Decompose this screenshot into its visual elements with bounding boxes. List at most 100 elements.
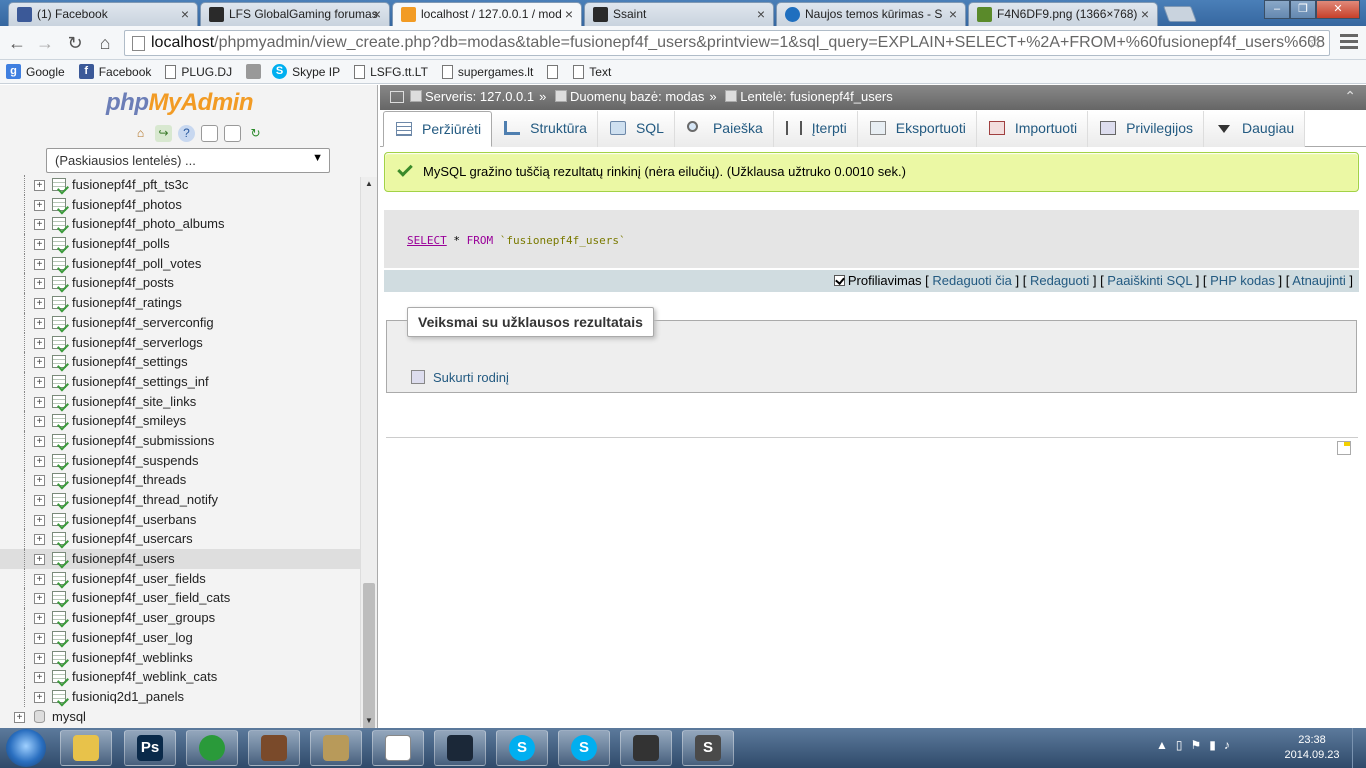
profiling-checkbox[interactable] [833,275,845,286]
tree-table-item[interactable]: + fusioniq2d1_panels [0,686,360,707]
table-icon[interactable] [52,473,66,487]
tree-table-item[interactable]: + fusionepf4f_serverconfig [0,312,360,333]
table-icon[interactable] [52,276,66,290]
tab-more[interactable]: Daugiau [1204,111,1306,147]
tray-flag-icon[interactable]: ⚑ [1191,738,1202,752]
tree-table-item[interactable]: + fusionepf4f_weblink_cats [0,667,360,687]
expand-icon[interactable]: + [34,534,45,546]
table-icon[interactable] [52,197,66,211]
expand-icon[interactable]: + [34,573,45,585]
php-code-link[interactable]: PHP kodas [1210,273,1275,288]
expand-icon[interactable]: + [34,593,45,605]
browser-tab-lfs[interactable]: LFS GlobalGaming forumas × [200,2,390,26]
table-icon[interactable] [52,591,66,605]
tree-table-item[interactable]: + fusionepf4f_weblinks [0,647,360,668]
expand-icon[interactable]: + [34,514,45,526]
breadcrumb-database[interactable]: Duomenų bazė: modas [570,89,704,104]
tree-table-item[interactable]: + fusionepf4f_settings [0,352,360,372]
home-icon[interactable]: ⌂ [94,32,116,54]
logout-icon[interactable]: ↪ [155,125,172,142]
expand-icon[interactable]: + [34,652,45,664]
bookmark-plugdj[interactable]: PLUG.DJ [165,64,232,79]
browser-tab-localhost[interactable]: localhost / 127.0.0.1 / mod × [392,2,582,27]
tab-search[interactable]: Paieška [674,111,774,147]
taskbar-chrome[interactable] [186,730,238,766]
browser-tab-facebook[interactable]: (1) Facebook × [8,2,198,26]
expand-icon[interactable]: + [34,357,45,369]
tab-structure[interactable]: Struktūra [492,111,598,147]
table-icon[interactable] [52,433,66,447]
table-icon[interactable] [52,552,66,566]
scroll-up-icon[interactable]: ▲ [365,179,373,188]
taskbar-game-map[interactable] [310,730,362,766]
tree-table-item[interactable]: + fusionepf4f_thread_notify [0,490,360,510]
tree-table-item[interactable]: + fusionepf4f_poll_votes [0,253,360,274]
expand-icon[interactable]: + [34,199,45,211]
table-icon[interactable] [52,630,66,644]
bookmark-supergames[interactable]: supergames.lt [441,64,533,79]
table-icon[interactable] [52,650,66,664]
tree-table-item[interactable]: + fusionepf4f_user_groups [0,608,360,628]
tree-table-item[interactable]: + fusionepf4f_posts [0,273,360,294]
table-icon[interactable] [52,237,66,251]
tree-table-item[interactable]: + fusionepf4f_user_log [0,627,360,648]
console-icon[interactable] [1337,441,1351,455]
tree-table-item[interactable]: + fusionepf4f_user_field_cats [0,588,360,609]
bookmark-blank[interactable] [547,64,563,79]
table-icon[interactable] [52,670,66,684]
tab-browse[interactable]: Peržiūrėti [383,111,493,147]
navigation-scrollbar[interactable]: ▲ ▼ [360,177,377,728]
tree-table-item[interactable]: + fusionepf4f_submissions [0,430,360,451]
reload-icon[interactable]: ↻ [64,32,86,54]
clock[interactable]: 23:38 2014.09.23 [1284,733,1340,763]
browser-tab-image[interactable]: F4N6DF9.png (1366×768) × [968,2,1158,26]
tab-import[interactable]: Importuoti [976,111,1089,147]
tree-table-item[interactable]: + fusionepf4f_userbans [0,509,360,530]
restore-icon[interactable]: ❐ [1290,0,1316,19]
create-view-link[interactable]: Sukurti rodinį [411,370,509,385]
expand-icon[interactable]: + [34,455,45,467]
table-icon[interactable] [52,374,66,388]
expand-icon[interactable]: + [34,475,45,487]
close-tab-icon[interactable]: × [565,6,573,22]
refresh-link[interactable]: Atnaujinti [1292,273,1345,288]
close-window-icon[interactable]: ✕ [1316,0,1360,19]
chrome-menu-icon[interactable] [1340,34,1358,50]
explain-sql-link[interactable]: Paaiškinti SQL [1107,273,1192,288]
tray-device-icon[interactable]: ▯ [1176,738,1183,752]
tree-table-item[interactable]: + fusionepf4f_settings_inf [0,371,360,392]
expand-icon[interactable]: + [34,298,45,310]
table-icon[interactable] [52,394,66,408]
table-icon[interactable] [52,217,66,231]
table-icon[interactable] [52,178,66,191]
tree-table-item[interactable]: + fusionepf4f_photo_albums [0,214,360,235]
taskbar-game-avatar[interactable] [248,730,300,766]
tree-table-item[interactable]: + fusionepf4f_serverlogs [0,332,360,353]
expand-icon[interactable]: + [34,278,45,290]
expand-icon[interactable]: + [34,180,45,191]
expand-icon[interactable]: + [34,672,45,684]
expand-icon[interactable]: + [34,376,45,388]
show-desktop-button[interactable] [1352,728,1366,768]
taskbar-steam[interactable] [434,730,486,766]
expand-icon[interactable]: + [34,416,45,428]
table-icon[interactable] [52,296,66,310]
edit-link[interactable]: Redaguoti [1030,273,1089,288]
sql-keyword-select[interactable]: SELECT [407,234,447,247]
volume-icon[interactable]: ♪ [1224,738,1230,752]
taskbar-skype-1[interactable]: S [496,730,548,766]
bookmark-skype-ip[interactable]: S Skype IP [272,64,340,79]
help-icon[interactable]: ? [178,125,195,142]
close-tab-icon[interactable]: × [181,6,189,22]
browser-tab-naujos-temos[interactable]: Naujos temos kūrimas - S × [776,2,966,26]
tree-table-item[interactable]: + fusionepf4f_users [0,549,360,569]
expand-icon[interactable]: + [34,613,45,625]
expand-icon[interactable]: + [34,258,45,270]
scroll-down-icon[interactable]: ▼ [365,716,373,725]
minimize-icon[interactable]: – [1264,0,1290,19]
taskbar-notepad[interactable] [372,730,424,766]
taskbar-skype-2[interactable]: S [558,730,610,766]
expand-icon[interactable]: + [34,396,45,408]
table-icon[interactable] [52,532,66,546]
tree-table-item[interactable]: + fusionepf4f_site_links [0,391,360,412]
